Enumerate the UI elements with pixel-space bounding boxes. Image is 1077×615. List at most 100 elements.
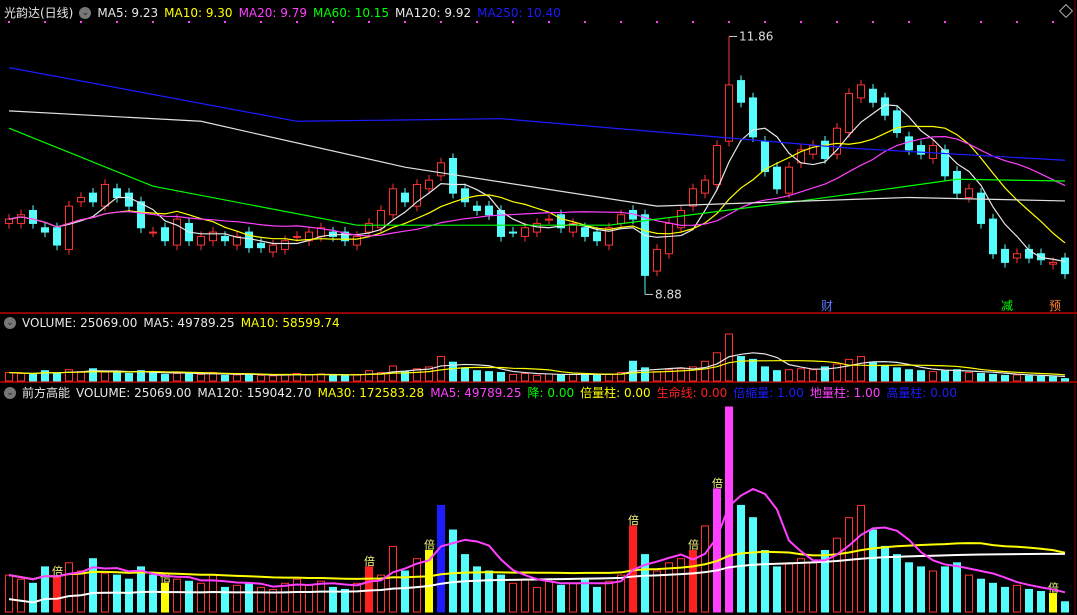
- volume-bar: [557, 374, 565, 382]
- indicator-bar: [1037, 591, 1045, 613]
- signal-dot: [224, 21, 226, 23]
- volume-bar: [509, 373, 517, 382]
- candle-body: [125, 192, 133, 207]
- candle-body: [293, 235, 301, 238]
- ma250-value: MA250: 10.40: [477, 5, 561, 20]
- candle-body: [929, 145, 937, 160]
- bei-label: 倍: [1048, 581, 1059, 595]
- volume-bar: [785, 369, 793, 382]
- volume-bar: [881, 365, 889, 382]
- volume-bar: [269, 375, 277, 382]
- volume-bar: [977, 372, 985, 382]
- volume-bar: [257, 374, 265, 382]
- candle-body: [269, 244, 277, 253]
- chevron-down-icon[interactable]: ⌄: [79, 6, 92, 19]
- signal-dot: [1052, 21, 1054, 23]
- candle-body: [473, 205, 481, 211]
- candle-body: [689, 188, 697, 207]
- volume-bar: [5, 372, 13, 382]
- bei-label: 倍: [364, 554, 375, 568]
- volume-bar: [245, 373, 253, 382]
- candle-body: [701, 179, 709, 194]
- bei-label: 倍: [712, 476, 723, 490]
- ind-ma120-value: MA120: 159042.70: [197, 385, 312, 400]
- indicator-bar: [53, 576, 61, 613]
- signal-dot: [872, 21, 874, 23]
- signal-dot: [80, 21, 82, 23]
- candle-body: [53, 227, 61, 246]
- chevron-down-icon[interactable]: ⌄: [4, 317, 16, 329]
- volume-bar: [833, 363, 841, 382]
- price-marker-label: 11.86: [739, 29, 773, 43]
- candle-body: [161, 227, 169, 242]
- volume-bar: [989, 373, 997, 382]
- volume-bar: [941, 370, 949, 382]
- candle-body: [497, 209, 505, 237]
- volume-bar: [653, 371, 661, 382]
- chevron-down-icon[interactable]: ⌄: [4, 386, 16, 399]
- signal-dot: [476, 21, 478, 23]
- volume-bar: [461, 367, 469, 382]
- beiliang-value: 倍量柱: 0.00: [580, 386, 651, 400]
- signal-dot: [44, 21, 46, 23]
- signal-dot: [512, 21, 514, 23]
- indicator-bar: [701, 525, 709, 613]
- event-marker: 财: [821, 299, 833, 313]
- bei-label: 倍: [628, 513, 639, 527]
- candle-body: [953, 170, 961, 194]
- volume-bar: [521, 372, 529, 382]
- candle-body: [965, 188, 973, 198]
- volume-bar: [773, 370, 781, 382]
- beisuo-value: 倍缩量: 1.00: [733, 386, 804, 400]
- candle-body: [761, 140, 769, 172]
- candle-body: [653, 248, 661, 272]
- indicator-bar: [1025, 588, 1033, 613]
- indicator-bar: [941, 566, 949, 613]
- volume-bar: [113, 372, 121, 382]
- volume-bar: [893, 367, 901, 382]
- volume-bar: [1001, 374, 1009, 382]
- volume-bar: [1049, 376, 1057, 382]
- indicator-bar: [437, 504, 445, 613]
- shengming-value: 生命线: 0.00: [656, 386, 728, 400]
- candle-body: [1061, 257, 1069, 275]
- candle-body: [89, 192, 97, 203]
- candle-body: [65, 205, 73, 250]
- indicator-bar: [773, 566, 781, 613]
- indicator-bar: [665, 562, 673, 613]
- signal-dot: [404, 21, 406, 23]
- indicator-bar: [137, 566, 145, 613]
- volume-bar: [953, 369, 961, 382]
- volume-bar: [545, 373, 553, 382]
- candle-body: [593, 231, 601, 242]
- candle-body: [137, 201, 145, 229]
- ma60-value: MA60: 10.15: [313, 5, 390, 20]
- vol-ma10-value: MA10: 58599.74: [240, 316, 340, 330]
- indicator-bar: [125, 578, 133, 613]
- candle-body: [905, 136, 913, 151]
- candle-body: [257, 242, 265, 249]
- indicator-bar: [545, 580, 553, 613]
- signal-dot: [692, 21, 694, 23]
- candle-body: [821, 140, 829, 160]
- indicator-bar: [797, 558, 805, 613]
- signal-dot: [188, 21, 190, 23]
- volume-bar: [17, 372, 25, 382]
- volume-bar: [197, 373, 205, 382]
- indicator-bar: [305, 584, 313, 613]
- volume-bar: [161, 373, 169, 382]
- signal-dot: [944, 21, 946, 23]
- candle-body: [41, 227, 49, 233]
- indicator-bar: [977, 578, 985, 613]
- stock-chart[interactable]: 11.868.88财减预倍 倍倍倍倍倍倍倍: [0, 0, 1077, 615]
- candle-body: [173, 218, 181, 246]
- indicator-bar: [161, 582, 169, 613]
- indicator-bar: [1049, 593, 1057, 613]
- candle-body: [29, 209, 37, 224]
- volume-bar: [365, 370, 373, 382]
- candle-body: [5, 218, 13, 224]
- volume-bar: [497, 372, 505, 382]
- candle-body: [149, 231, 157, 234]
- ma20-value: MA20: 9.79: [238, 5, 307, 20]
- signal-dot: [548, 21, 550, 23]
